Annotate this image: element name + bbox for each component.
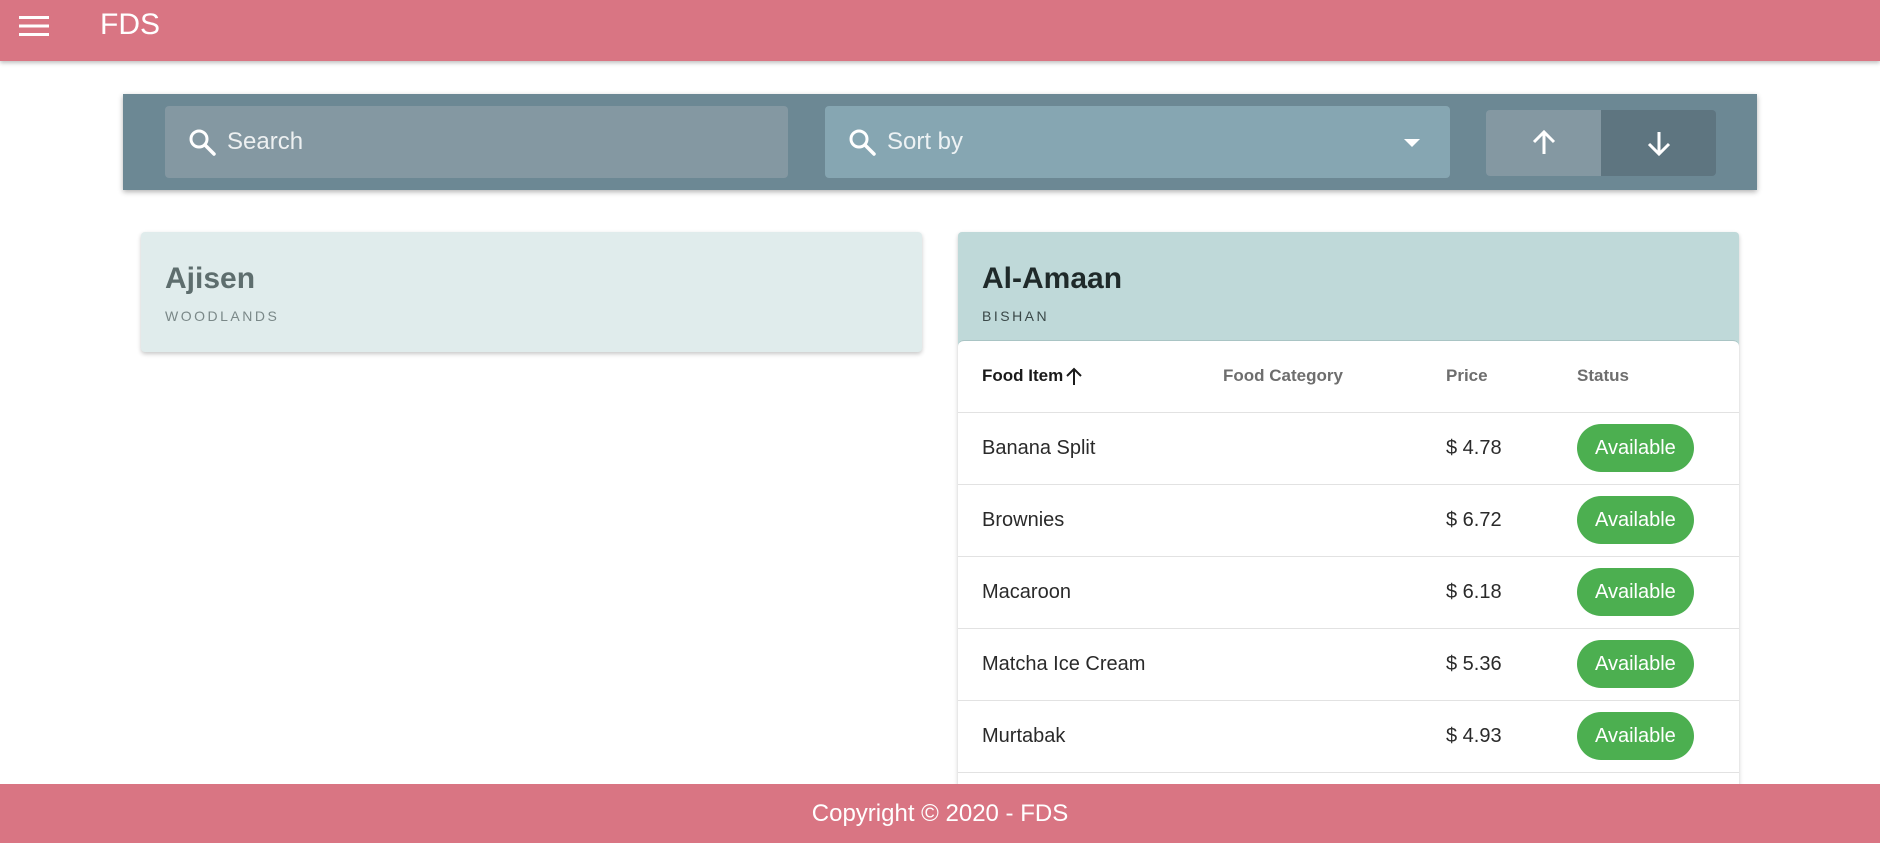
sort-by-placeholder: Sort by <box>887 128 964 155</box>
sort-ascending-button[interactable] <box>1486 110 1601 176</box>
hamburger-menu-icon <box>19 15 49 36</box>
restaurant-name: Al-Amaan <box>982 262 1123 295</box>
status-badge: Available <box>1577 496 1694 544</box>
status-cell: Available <box>1577 556 1739 629</box>
column-header-label: Food Item <box>982 366 1064 386</box>
table-header-row: Food Item Food Category Price Status <box>958 341 1739 413</box>
food-category-cell <box>1223 628 1446 701</box>
table-row: Macaroon $ 6.18 Available <box>958 556 1739 629</box>
table-row: Brownies $ 6.72 Available <box>958 484 1739 557</box>
restaurant-card-expanded[interactable]: Al-Amaan BISHAN Food Item Food Category … <box>958 232 1739 792</box>
sort-by-select[interactable]: Sort by <box>825 106 1450 178</box>
search-input[interactable]: Search <box>165 106 788 178</box>
search-icon <box>187 127 217 157</box>
food-item-cell: Banana Split <box>958 412 1223 485</box>
sort-direction-toggle <box>1486 110 1716 176</box>
restaurant-card[interactable]: Ajisen WOODLANDS <box>141 232 922 352</box>
status-cell: Available <box>1577 412 1739 485</box>
menu-button[interactable] <box>0 1 68 51</box>
table-row: Matcha Ice Cream $ 5.36 Available <box>958 628 1739 701</box>
price-cell: $ 5.36 <box>1446 628 1577 701</box>
food-item-cell: Matcha Ice Cream <box>958 628 1223 701</box>
sort-ascending-icon <box>1066 367 1082 385</box>
footer: Copyright © 2020 - FDS <box>0 784 1880 843</box>
status-cell: Available <box>1577 700 1739 773</box>
copyright-text: Copyright © 2020 - FDS <box>811 799 1069 827</box>
status-cell: Available <box>1577 628 1739 701</box>
food-category-cell <box>1223 484 1446 557</box>
food-category-cell <box>1223 700 1446 773</box>
price-cell: $ 4.78 <box>1446 412 1577 485</box>
food-category-cell <box>1223 412 1446 485</box>
arrow-down-icon <box>1647 132 1670 157</box>
status-cell: Available <box>1577 484 1739 557</box>
column-header-food-category[interactable]: Food Category <box>1223 341 1446 413</box>
sort-descending-button[interactable] <box>1601 110 1716 176</box>
restaurant-name: Ajisen <box>165 262 256 295</box>
price-cell: $ 6.18 <box>1446 556 1577 629</box>
dropdown-caret-icon <box>1404 139 1420 147</box>
arrow-up-icon <box>1532 129 1555 154</box>
status-badge: Available <box>1577 640 1694 688</box>
column-header-price[interactable]: Price <box>1446 341 1577 413</box>
menu-table: Food Item Food Category Price Status Ban… <box>958 340 1739 792</box>
status-badge: Available <box>1577 712 1694 760</box>
app-bar: FDS <box>0 0 1880 61</box>
price-cell: $ 6.72 <box>1446 484 1577 557</box>
column-header-food-item[interactable]: Food Item <box>958 341 1223 413</box>
column-header-status[interactable]: Status <box>1577 341 1739 413</box>
table-row: Banana Split $ 4.78 Available <box>958 412 1739 485</box>
food-category-cell <box>1223 556 1446 629</box>
food-item-cell: Brownies <box>958 484 1223 557</box>
status-badge: Available <box>1577 424 1694 472</box>
food-item-cell: Macaroon <box>958 556 1223 629</box>
status-badge: Available <box>1577 568 1694 616</box>
restaurant-location: BISHAN <box>982 308 1050 324</box>
search-icon <box>847 127 877 157</box>
table-row: Murtabak $ 4.93 Available <box>958 700 1739 773</box>
filter-toolbar: Search Sort by <box>123 94 1757 190</box>
restaurant-location: WOODLANDS <box>165 308 280 324</box>
app-title: FDS <box>100 7 160 41</box>
search-placeholder: Search <box>227 128 304 155</box>
price-cell: $ 4.93 <box>1446 700 1577 773</box>
food-item-cell: Murtabak <box>958 700 1223 773</box>
